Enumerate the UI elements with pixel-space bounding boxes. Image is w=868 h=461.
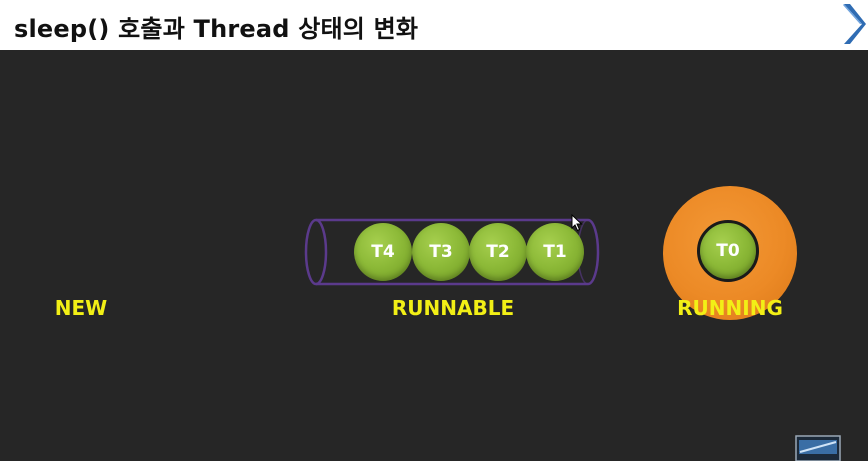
thread-ball: T2 — [469, 223, 527, 281]
thread-ball: T3 — [412, 223, 470, 281]
chevron-right-icon[interactable] — [840, 2, 866, 46]
mouse-cursor-icon — [571, 214, 583, 232]
window-thumbnail-icon[interactable] — [794, 432, 842, 461]
slide-title: sleep() 호출과 Thread 상태의 변화 — [14, 15, 419, 43]
running-thread-ball: T0 — [697, 220, 759, 282]
state-label-runnable: RUNNABLE — [391, 296, 515, 320]
slide: sleep() 호출과 Thread 상태의 변화 T4 T3 T2 T1 T0… — [0, 0, 868, 461]
thread-ball: T4 — [354, 223, 412, 281]
slide-header: sleep() 호출과 Thread 상태의 변화 — [0, 0, 868, 50]
state-label-new: NEW — [54, 296, 108, 320]
state-label-running: RUNNING — [677, 296, 783, 320]
